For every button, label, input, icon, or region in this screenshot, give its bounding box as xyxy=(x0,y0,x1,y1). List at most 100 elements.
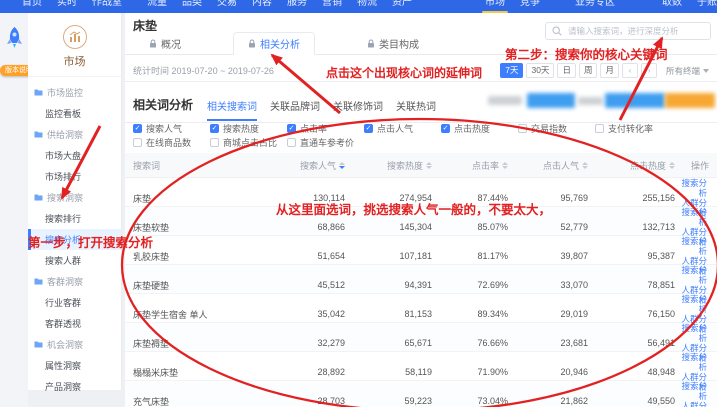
sidebar-item[interactable]: 客群洞察 xyxy=(28,271,121,292)
actions-cell: 搜索分析 人群分析 xyxy=(675,381,709,407)
date-preset-button[interactable]: 月 xyxy=(600,63,619,78)
prev-page-button[interactable]: ‹ xyxy=(622,63,638,78)
search-analysis-link[interactable]: 搜索分析 xyxy=(675,381,707,401)
column-header[interactable]: 点击热度 xyxy=(588,159,675,172)
nav-item[interactable]: 业务专区 xyxy=(575,0,615,10)
nav-item[interactable]: 营销 xyxy=(322,0,342,10)
nav-item[interactable]: 内容 xyxy=(252,0,272,10)
column-label: 操作 xyxy=(691,159,709,172)
sidebar-item[interactable]: 搜索洞察 xyxy=(28,187,121,208)
search-icon xyxy=(552,26,562,36)
search-analysis-link[interactable]: 搜索分析 xyxy=(675,207,707,227)
terminal-filter-dropdown[interactable]: 所有终端 xyxy=(666,65,709,77)
related-word-tab[interactable]: 关联修饰词 xyxy=(333,98,383,121)
metric-label: 搜索热度 xyxy=(223,122,259,135)
table-row: 床垫 130,114 274,954 87.44% 95,769 255,156… xyxy=(125,178,717,207)
sidebar-item[interactable]: 属性洞察 xyxy=(28,355,121,376)
column-header[interactable]: 搜索人气 xyxy=(251,159,345,172)
sidebar-item-label: 产品洞察 xyxy=(45,380,81,393)
nav-item[interactable]: 品类 xyxy=(182,0,202,10)
click-popularity-cell: 95,769 xyxy=(508,193,588,203)
related-word-tab[interactable]: 相关搜索词 xyxy=(207,98,257,121)
sidebar: 市场 市场监控 xyxy=(28,13,122,390)
search-analysis-link[interactable]: 搜索分析 xyxy=(675,294,707,314)
sidebar-item[interactable]: 产品洞察 xyxy=(28,376,121,397)
nav-item[interactable]: 子账号 xyxy=(697,0,717,10)
related-word-tab[interactable]: 关联热词 xyxy=(396,98,436,121)
sidebar-item[interactable]: 搜索排行 xyxy=(28,208,121,229)
search-input[interactable] xyxy=(566,25,704,37)
metric-checkbox[interactable]: 交易指数 xyxy=(518,122,595,135)
sidebar-item[interactable]: 市场排行 xyxy=(28,166,121,187)
metric-label: 支付转化率 xyxy=(608,122,653,135)
metric-checkbox[interactable]: 支付转化率 xyxy=(595,122,672,135)
metric-checkbox[interactable]: 直通车参考价 xyxy=(287,136,364,149)
search-popularity-cell: 28,703 xyxy=(251,396,345,406)
nav-item[interactable]: 取数 xyxy=(662,0,682,10)
nav-item[interactable]: 市场 xyxy=(485,0,505,10)
nav-item[interactable]: 首页 xyxy=(22,0,42,10)
sidebar-item-label: 市场监控 xyxy=(47,86,83,99)
related-word-tab[interactable]: 关联品牌词 xyxy=(270,98,320,121)
metric-checkbox[interactable]: 商城点击占比 xyxy=(210,136,287,149)
folder-icon xyxy=(34,277,43,286)
sidebar-item[interactable]: 行业客群 xyxy=(28,292,121,313)
header-tab-label: 类目构成 xyxy=(379,36,419,51)
checkbox-icon xyxy=(210,124,219,133)
nav-item[interactable]: 服务 xyxy=(287,0,307,10)
nav-item[interactable]: 物流 xyxy=(357,0,377,10)
crowd-analysis-link[interactable]: 人群分析 xyxy=(675,401,707,407)
column-header[interactable]: 点击率 xyxy=(432,159,508,172)
metric-checkbox[interactable]: 在线商品数 xyxy=(133,136,210,149)
keyword-cell: 床垫学生宿舍 单人 xyxy=(133,308,251,321)
column-header[interactable]: 搜索词 xyxy=(133,159,251,172)
sidebar-item[interactable]: 监控看板 xyxy=(28,103,121,124)
metric-checkbox[interactable]: 搜索人气 xyxy=(133,122,210,135)
sidebar-item[interactable]: 供给洞察 xyxy=(28,124,121,145)
column-header[interactable]: 搜索热度 xyxy=(345,159,432,172)
search-analysis-link[interactable]: 搜索分析 xyxy=(675,323,707,343)
sidebar-item[interactable]: 客群透视 xyxy=(28,313,121,334)
search-analysis-link[interactable]: 搜索分析 xyxy=(675,265,707,285)
nav-item[interactable]: 流量 xyxy=(147,0,167,10)
header-tab[interactable]: 概况 xyxy=(135,33,195,54)
table-row: 榻榻米床垫 28,892 58,119 71.90% 20,946 48,948… xyxy=(125,352,717,381)
nav-item[interactable]: 资产 xyxy=(392,0,412,10)
sidebar-item[interactable]: 机会洞察 xyxy=(28,334,121,355)
blurred-blue-button[interactable] xyxy=(527,93,575,108)
date-preset-button[interactable]: 30天 xyxy=(526,63,554,78)
rocket-icon[interactable] xyxy=(5,26,24,50)
nav-item[interactable]: 实时 xyxy=(57,0,77,10)
blurred-orange-button[interactable] xyxy=(665,93,715,108)
date-preset-button[interactable]: 周 xyxy=(579,63,598,78)
column-header[interactable]: 操作 xyxy=(675,159,709,172)
next-page-button[interactable]: › xyxy=(641,63,657,78)
nav-item[interactable]: 作战室 xyxy=(92,0,122,10)
date-preset-button[interactable]: 7天 xyxy=(500,63,523,78)
sidebar-item[interactable]: 搜索分析 xyxy=(28,229,121,250)
column-header[interactable]: 点击人气 xyxy=(508,159,588,172)
header-tab[interactable]: 类目构成 xyxy=(353,33,433,54)
blurred-blue-button[interactable] xyxy=(605,93,665,108)
search-analysis-link[interactable]: 搜索分析 xyxy=(675,236,707,256)
click-heat-cell: 49,550 xyxy=(588,396,675,406)
sidebar-item-label: 市场排行 xyxy=(45,170,81,183)
sidebar-item[interactable]: 搜索人群 xyxy=(28,250,121,271)
header-tab-label: 概况 xyxy=(161,36,181,51)
metric-checkbox[interactable]: 点击率 xyxy=(287,122,364,135)
table-row: 充气床垫 28,703 59,223 73.04% 21,862 49,550 … xyxy=(125,381,717,407)
nav-item[interactable]: 竞争 xyxy=(520,0,540,10)
lock-icon xyxy=(149,39,157,48)
header-tab[interactable]: 相关分析 xyxy=(233,32,315,55)
sidebar-item[interactable]: 市场大盘 xyxy=(28,145,121,166)
search-analysis-link[interactable]: 搜索分析 xyxy=(675,178,707,198)
metric-checkbox[interactable]: 点击热度 xyxy=(441,122,518,135)
date-preset-button[interactable]: 日 xyxy=(557,63,576,78)
nav-item[interactable]: 交易 xyxy=(217,0,237,10)
metric-checkbox[interactable]: 搜索热度 xyxy=(210,122,287,135)
sidebar-item[interactable]: 市场监控 xyxy=(28,82,121,103)
table-row: 床垫学生宿舍 单人 35,042 81,153 89.34% 29,019 76… xyxy=(125,294,717,323)
keyword-cell: 榻榻米床垫 xyxy=(133,366,251,379)
metric-checkbox[interactable]: 点击人气 xyxy=(364,122,441,135)
search-analysis-link[interactable]: 搜索分析 xyxy=(675,352,707,372)
